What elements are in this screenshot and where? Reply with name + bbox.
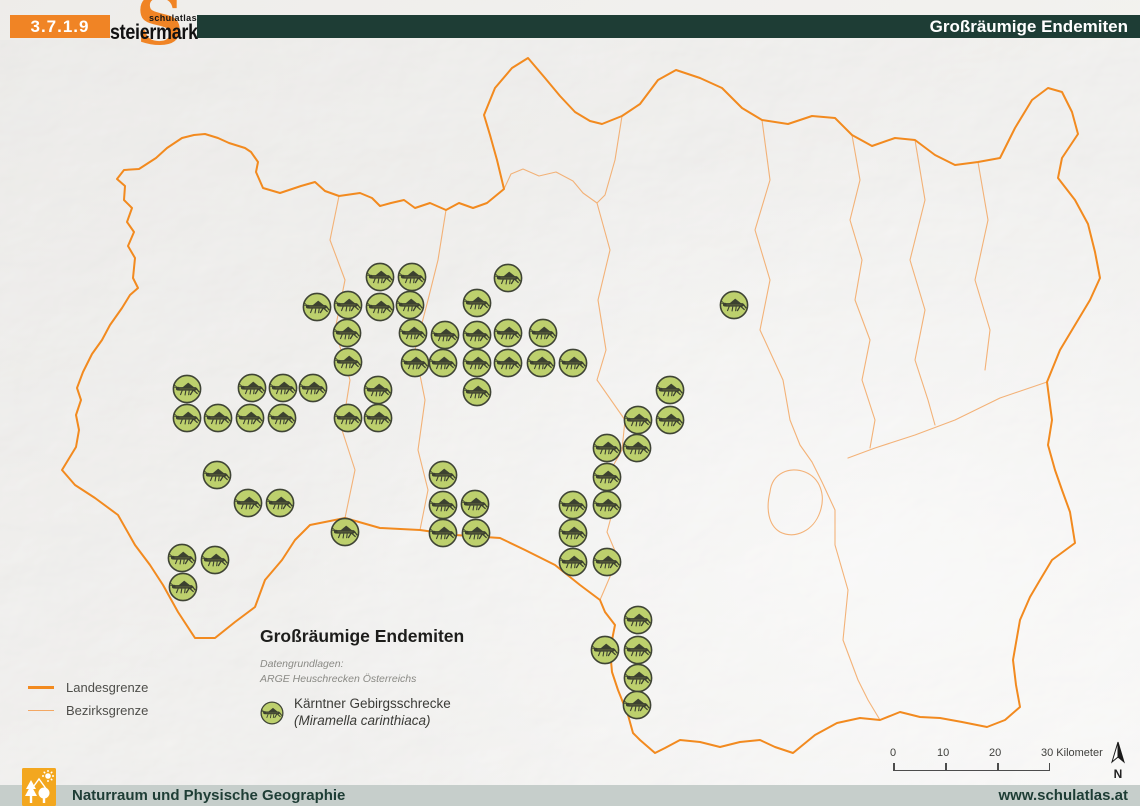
nature-category-icon [22, 768, 56, 806]
footer-bar: Naturraum und Physische Geographie www.s… [0, 785, 1140, 806]
scale-tick-label-30: 30 Kilometer [1041, 747, 1103, 759]
legend-item-bezirksgrenze: Bezirksgrenze [28, 699, 148, 722]
species-occurrence-marker [624, 406, 651, 433]
species-occurrence-marker [399, 319, 426, 346]
chapter-code-badge: 3.7.1.9 [10, 15, 110, 38]
scale-tick-label-20: 20 [989, 747, 1001, 759]
species-text: Kärntner Gebirgsschrecke (Miramella cari… [294, 696, 451, 730]
species-occurrence-marker [461, 490, 488, 517]
scale-tick-label-0: 0 [890, 747, 896, 759]
landesgrenze-label: Landesgrenze [66, 680, 148, 695]
species-occurrence-marker [559, 491, 586, 518]
species-occurrence-marker [201, 546, 228, 573]
species-occurrence-marker [494, 264, 521, 291]
schulatlas-logo: S schulatlas steiermark [110, 0, 200, 58]
species-occurrence-marker [396, 291, 423, 318]
legend-title: Großräumige Endemiten [260, 626, 490, 647]
species-occurrence-marker [203, 461, 230, 488]
species-occurrence-marker [624, 636, 651, 663]
species-occurrence-marker [173, 404, 200, 431]
page-title: Großräumige Endemiten [930, 15, 1128, 38]
species-occurrence-marker [269, 374, 296, 401]
species-occurrence-marker [168, 544, 195, 571]
species-occurrence-marker [591, 636, 618, 663]
species-occurrence-marker [593, 434, 620, 461]
scale-tick-label-10: 10 [937, 747, 949, 759]
landesgrenze-line-icon [28, 686, 54, 689]
species-occurrence-marker [366, 263, 393, 290]
species-name: Kärntner Gebirgsschrecke [294, 696, 451, 713]
species-occurrence-marker [331, 518, 358, 545]
species-occurrence-marker [429, 491, 456, 518]
bezirksgrenze-label: Bezirksgrenze [66, 703, 148, 718]
map-legend: Großräumige Endemiten Datengrundlagen: A… [260, 626, 490, 730]
species-occurrence-marker [463, 321, 490, 348]
species-occurrence-marker [401, 349, 428, 376]
footer-category: Naturraum und Physische Geographie [72, 785, 345, 806]
species-occurrence-marker [266, 489, 293, 516]
legend-source-label: Datengrundlagen: [260, 657, 490, 672]
species-occurrence-marker [623, 434, 650, 461]
border-legend: Landesgrenze Bezirksgrenze [28, 676, 148, 722]
species-occurrence-marker [333, 319, 360, 346]
bezirksgrenze-line-icon [28, 710, 54, 711]
species-occurrence-marker [364, 376, 391, 403]
species-occurrence-marker [529, 319, 556, 346]
species-occurrence-marker [299, 374, 326, 401]
species-occurrence-marker [559, 349, 586, 376]
species-occurrence-marker [364, 404, 391, 431]
legend-source: ARGE Heuschrecken Österreichs [260, 672, 490, 687]
lowland-flatten-overlay [0, 0, 1140, 806]
species-occurrence-marker [173, 375, 200, 402]
atlas-page: Großräumige Endemiten 3.7.1.9 S schulatl… [0, 0, 1140, 806]
north-arrow: N [1106, 741, 1130, 777]
species-occurrence-marker [527, 349, 554, 376]
species-occurrence-marker [593, 548, 620, 575]
species-occurrence-marker [334, 404, 361, 431]
species-occurrence-marker [593, 463, 620, 490]
species-occurrence-marker [656, 376, 683, 403]
logo-steiermark-text: steiermark [110, 21, 198, 45]
species-occurrence-marker [429, 519, 456, 546]
species-occurrence-marker [398, 263, 425, 290]
species-occurrence-marker [429, 461, 456, 488]
grasshopper-marker-icon [260, 701, 284, 725]
species-occurrence-marker [593, 491, 620, 518]
species-occurrence-marker [334, 291, 361, 318]
species-occurrence-marker [463, 289, 490, 316]
species-occurrence-marker [463, 349, 490, 376]
legend-species-item: Kärntner Gebirgsschrecke (Miramella cari… [260, 696, 490, 730]
species-occurrence-marker [559, 548, 586, 575]
species-occurrence-marker [462, 519, 489, 546]
species-occurrence-marker [494, 349, 521, 376]
species-occurrence-marker [624, 664, 651, 691]
species-occurrence-marker [431, 321, 458, 348]
species-occurrence-marker [268, 404, 295, 431]
scale-bar-line [893, 763, 1050, 771]
footer-website-link[interactable]: www.schulatlas.at [999, 785, 1129, 806]
scale-bar: 0 10 20 30 Kilometer [893, 747, 1063, 773]
species-occurrence-marker [238, 374, 265, 401]
species-occurrence-marker [236, 404, 263, 431]
species-occurrence-marker [169, 573, 196, 600]
legend-item-landesgrenze: Landesgrenze [28, 676, 148, 699]
species-occurrence-marker [720, 291, 747, 318]
species-occurrence-marker [234, 489, 261, 516]
species-occurrence-marker [624, 606, 651, 633]
species-latin-name: (Miramella carinthiaca) [294, 713, 451, 730]
species-occurrence-marker [204, 404, 231, 431]
species-occurrence-marker [559, 519, 586, 546]
species-occurrence-marker [334, 348, 361, 375]
species-occurrence-marker [494, 319, 521, 346]
compass-north-icon [1109, 741, 1127, 764]
north-label: N [1106, 769, 1130, 779]
species-occurrence-marker [623, 691, 650, 718]
species-occurrence-marker [429, 349, 456, 376]
species-occurrence-marker [303, 293, 330, 320]
styria-map [0, 0, 1140, 806]
species-occurrence-marker [366, 293, 393, 320]
species-occurrence-marker [656, 406, 683, 433]
header-bar: Großräumige Endemiten [197, 15, 1140, 38]
species-occurrence-marker [463, 378, 490, 405]
